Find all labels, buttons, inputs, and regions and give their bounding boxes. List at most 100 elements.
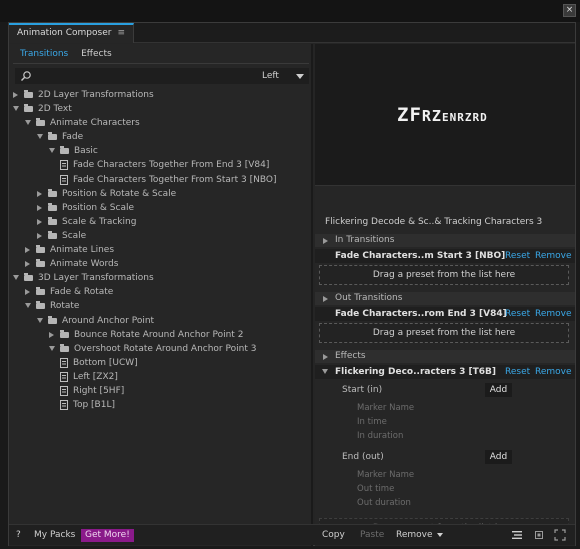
close-window-button[interactable]: × — [563, 4, 576, 17]
tree-item-label: Rotate — [50, 301, 80, 312]
out-duration-field[interactable]: Out duration — [357, 498, 411, 508]
chevron-down-icon[interactable] — [49, 345, 55, 351]
chevron-right-icon[interactable] — [49, 331, 54, 338]
chevron-right-icon[interactable] — [13, 92, 18, 98]
chevron-down-icon[interactable] — [37, 134, 43, 140]
alignment-select[interactable]: Left — [257, 68, 309, 84]
chevron-down-icon[interactable] — [13, 275, 19, 281]
tree-folder-row[interactable]: Fade & Rotate — [9, 285, 309, 299]
tree-folder-row[interactable]: 3D Layer Transformations — [9, 271, 309, 285]
chevron-right-icon[interactable] — [25, 247, 30, 254]
tab-effects[interactable]: Effects — [76, 48, 117, 60]
tree-item-label: Bottom [UCW] — [73, 357, 138, 368]
folder-icon — [24, 104, 33, 113]
preset-file-icon — [60, 385, 68, 396]
tree-item-label: Animate Characters — [50, 118, 140, 129]
chevron-down-icon[interactable] — [25, 303, 31, 309]
tree-folder-row[interactable]: Position & Scale — [9, 201, 309, 215]
tree-folder-row[interactable]: Animate Lines — [9, 243, 309, 257]
end-out-label: End (out) — [342, 452, 384, 462]
tree-item-label: Basic — [74, 146, 98, 157]
effect-item[interactable]: Flickering Deco..racters 3 [T6B] Reset R… — [315, 365, 575, 379]
panel-menu-icon[interactable]: ≡ — [117, 28, 125, 38]
tree-item-label: Fade Characters Together From End 3 [V84… — [73, 160, 270, 171]
search-bar[interactable]: Left — [15, 68, 309, 84]
panel-tab-label: Animation Composer — [17, 28, 112, 38]
tree-preset-row[interactable]: Right [5HF] — [9, 384, 309, 398]
tree-folder-row[interactable]: Scale — [9, 229, 309, 243]
tree-folder-row[interactable]: Around Anchor Point — [9, 314, 309, 328]
chevron-down-icon[interactable] — [25, 120, 31, 126]
tree-folder-row[interactable]: Animate Characters — [9, 116, 309, 130]
add-start-marker-button[interactable]: Add — [485, 383, 512, 397]
in-transition-drop-zone[interactable]: Drag a preset from the list here — [319, 265, 569, 285]
effects-label: Effects — [335, 351, 366, 361]
out-transition-drop-zone[interactable]: Drag a preset from the list here — [319, 323, 569, 343]
tree-folder-row[interactable]: Bounce Rotate Around Anchor Point 2 — [9, 328, 309, 342]
tree-folder-row[interactable]: Basic — [9, 144, 309, 158]
chevron-right-icon[interactable] — [37, 218, 42, 225]
folder-icon — [36, 259, 45, 268]
add-end-marker-button[interactable]: Add — [485, 450, 512, 464]
effects-header[interactable]: Effects — [315, 350, 575, 363]
effect-name: Flickering Deco..racters 3 [T6B] — [335, 367, 497, 377]
get-more-button[interactable]: Get More! — [81, 529, 134, 542]
tree-preset-row[interactable]: Bottom [UCW] — [9, 356, 309, 370]
end-marker-name-field[interactable]: Marker Name — [357, 470, 414, 480]
tree-item-label: Left [ZX2] — [73, 371, 118, 382]
animation-composer-panel: Animation Composer ≡ Transitions Effects … — [8, 22, 576, 546]
chevron-right-icon[interactable] — [25, 261, 30, 268]
expand-icon[interactable] — [554, 529, 566, 542]
chevron-right-icon[interactable] — [37, 232, 42, 239]
collapse-icon[interactable] — [533, 529, 545, 542]
tree-folder-row[interactable]: 2D Layer Transformations — [9, 88, 309, 102]
tree-preset-row[interactable]: Fade Characters Together From Start 3 [N… — [9, 173, 309, 187]
chevron-down-icon[interactable] — [322, 369, 328, 374]
in-time-field[interactable]: In time — [357, 417, 387, 427]
tree-folder-row[interactable]: 2D Text — [9, 102, 309, 116]
tree-folder-row[interactable]: Animate Words — [9, 257, 309, 271]
chevron-right-icon[interactable] — [37, 204, 42, 211]
tree-folder-row[interactable]: Overshoot Rotate Around Anchor Point 3 — [9, 342, 309, 356]
copy-button[interactable]: Copy — [322, 529, 345, 542]
out-time-field[interactable]: Out time — [357, 484, 394, 494]
effect-remove-link[interactable]: Remove — [535, 365, 572, 379]
in-transition-reset-link[interactable]: Reset — [505, 249, 530, 263]
chevron-down-icon[interactable] — [13, 106, 19, 112]
in-transition-remove-link[interactable]: Remove — [535, 249, 572, 263]
my-packs-button[interactable]: My Packs — [34, 529, 75, 542]
tree-item-label: Fade & Rotate — [50, 287, 114, 298]
paste-button[interactable]: Paste — [360, 529, 384, 542]
out-transitions-header[interactable]: Out Transitions — [315, 292, 575, 305]
tree-preset-row[interactable]: Left [ZX2] — [9, 370, 309, 384]
tree-preset-row[interactable]: Fade Characters Together From End 3 [V84… — [9, 158, 309, 172]
out-transition-reset-link[interactable]: Reset — [505, 307, 530, 321]
tree-folder-row[interactable]: Fade — [9, 130, 309, 144]
panel-tab[interactable]: Animation Composer ≡ — [9, 23, 134, 43]
effect-reset-link[interactable]: Reset — [505, 365, 530, 379]
out-transition-item[interactable]: Fade Characters..rom End 3 [V84] Reset R… — [315, 307, 575, 321]
chevron-down-icon[interactable] — [37, 317, 43, 323]
chevron-right-icon[interactable] — [25, 289, 30, 296]
tree-folder-row[interactable]: Scale & Tracking — [9, 215, 309, 229]
in-transitions-header[interactable]: In Transitions — [315, 234, 575, 247]
in-transition-item[interactable]: Fade Characters..m Start 3 [NBO] Reset R… — [315, 249, 575, 263]
preset-file-icon — [60, 357, 68, 368]
tree-folder-row[interactable]: Position & Rotate & Scale — [9, 187, 309, 201]
tree-folder-row[interactable]: Rotate — [9, 299, 309, 313]
list-view-icon[interactable] — [511, 529, 523, 542]
out-transitions-label: Out Transitions — [335, 293, 403, 303]
tree-preset-row[interactable]: Top [B1L] — [9, 398, 309, 412]
chevron-right-icon[interactable] — [37, 190, 42, 197]
tab-transitions[interactable]: Transitions — [15, 48, 73, 60]
in-duration-field[interactable]: In duration — [357, 431, 403, 441]
folder-icon — [48, 188, 57, 197]
help-button[interactable]: ? — [16, 529, 21, 542]
out-transition-remove-link[interactable]: Remove — [535, 307, 572, 321]
remove-dropdown[interactable]: Remove — [396, 529, 443, 542]
tree-item-label: Bounce Rotate Around Anchor Point 2 — [74, 329, 244, 340]
start-marker-name-field[interactable]: Marker Name — [357, 403, 414, 413]
chevron-down-icon[interactable] — [49, 148, 55, 154]
chevron-right-icon — [323, 238, 328, 244]
folder-icon — [36, 245, 45, 254]
